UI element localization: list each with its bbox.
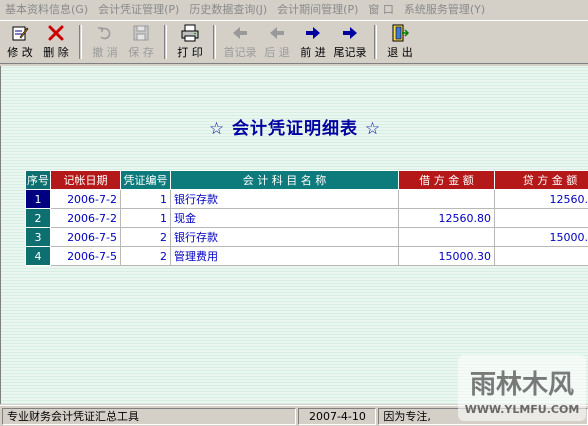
menu-period-management[interactable]: 会计期间管理(P) bbox=[272, 0, 363, 19]
table-row[interactable]: 1 2006-7-2 1 银行存款 12560.80 bbox=[26, 190, 588, 209]
menu-history-query[interactable]: 历史数据查询(J) bbox=[184, 0, 272, 19]
save-button[interactable]: 保 存 bbox=[123, 21, 159, 63]
voucher-detail-table: 序号 记帐日期 凭证编号 会 计 科 目 名 称 借 方 金 额 贷 方 金 额… bbox=[25, 170, 588, 266]
menu-voucher-management[interactable]: 会计凭证管理(P) bbox=[93, 0, 184, 19]
delete-button[interactable]: 删 除 bbox=[38, 21, 74, 63]
toolbar-separator bbox=[213, 25, 216, 59]
debit-amount[interactable]: 12560.80 bbox=[399, 209, 495, 228]
svg-text:WWW.YLMFU.COM: WWW.YLMFU.COM bbox=[465, 403, 580, 416]
print-button[interactable]: 打 印 bbox=[172, 21, 208, 63]
edit-label: 修 改 bbox=[7, 44, 33, 60]
col-header-no[interactable]: 序号 bbox=[26, 171, 51, 190]
back-label: 后 退 bbox=[264, 44, 290, 60]
first-record-button[interactable]: 首记录 bbox=[221, 21, 259, 63]
arrow-right-icon bbox=[340, 24, 360, 42]
entry-date[interactable]: 2006-7-2 bbox=[51, 209, 121, 228]
toolbar-separator bbox=[164, 25, 167, 59]
menu-window[interactable]: 窗 口 bbox=[363, 0, 399, 19]
arrow-right-icon bbox=[303, 24, 323, 42]
col-header-account[interactable]: 会 计 科 目 名 称 bbox=[171, 171, 399, 190]
svg-text:雨林木风: 雨林木风 bbox=[470, 370, 574, 400]
entry-date[interactable]: 2006-7-5 bbox=[51, 228, 121, 247]
edit-icon bbox=[10, 24, 30, 42]
table-header-row: 序号 记帐日期 凭证编号 会 计 科 目 名 称 借 方 金 额 贷 方 金 额 bbox=[26, 171, 588, 190]
menu-system-service[interactable]: 系统服务管理(Y) bbox=[399, 0, 490, 19]
credit-amount[interactable] bbox=[495, 209, 588, 228]
col-header-credit[interactable]: 贷 方 金 额 bbox=[495, 171, 588, 190]
delete-label: 删 除 bbox=[43, 44, 69, 60]
debit-amount[interactable] bbox=[399, 228, 495, 247]
menu-bar: 基本资料信息(G) 会计凭证管理(P) 历史数据查询(J) 会计期间管理(P) … bbox=[0, 0, 588, 19]
first-record-label: 首记录 bbox=[224, 44, 257, 60]
account-name[interactable]: 现金 bbox=[171, 209, 399, 228]
watermark-logo: 雨林木风 WWW.YLMFU.COM bbox=[458, 355, 586, 421]
debit-amount[interactable]: 15000.30 bbox=[399, 247, 495, 266]
status-date: 2007-4-10 bbox=[298, 408, 376, 425]
arrow-left-icon bbox=[267, 24, 287, 42]
delete-x-icon bbox=[46, 24, 66, 42]
exit-button[interactable]: 退 出 bbox=[382, 21, 418, 63]
forward-button[interactable]: 前 进 bbox=[295, 21, 331, 63]
menu-basic-info[interactable]: 基本资料信息(G) bbox=[0, 0, 93, 19]
row-number: 2 bbox=[26, 209, 51, 228]
back-button[interactable]: 后 退 bbox=[259, 21, 295, 63]
account-name[interactable]: 银行存款 bbox=[171, 228, 399, 247]
save-disk-icon bbox=[131, 24, 151, 42]
col-header-debit[interactable]: 借 方 金 额 bbox=[399, 171, 495, 190]
save-label: 保 存 bbox=[128, 44, 154, 60]
voucher-number[interactable]: 2 bbox=[121, 228, 171, 247]
entry-date[interactable]: 2006-7-2 bbox=[51, 190, 121, 209]
table-row[interactable]: 4 2006-7-5 2 管理费用 15000.30 bbox=[26, 247, 588, 266]
row-number: 3 bbox=[26, 228, 51, 247]
status-app-name: 专业财务会计凭证汇总工具 bbox=[2, 408, 296, 425]
credit-amount[interactable]: 12560.80 bbox=[495, 190, 588, 209]
undo-button[interactable]: 撤 消 bbox=[87, 21, 123, 63]
credit-amount[interactable]: 15000.30 bbox=[495, 228, 588, 247]
row-number: 4 bbox=[26, 247, 51, 266]
toolbar-separator bbox=[374, 25, 377, 59]
row-number: 1 bbox=[26, 190, 51, 209]
last-record-button[interactable]: 尾记录 bbox=[331, 21, 369, 63]
printer-icon bbox=[180, 24, 200, 42]
debit-amount[interactable] bbox=[399, 190, 495, 209]
voucher-number[interactable]: 1 bbox=[121, 190, 171, 209]
exit-label: 退 出 bbox=[387, 44, 413, 60]
toolbar-separator bbox=[79, 25, 82, 59]
voucher-number[interactable]: 1 bbox=[121, 209, 171, 228]
voucher-number[interactable]: 2 bbox=[121, 247, 171, 266]
undo-icon bbox=[95, 24, 115, 42]
report-area: ☆ 会计凭证明细表 ☆ 序号 记帐日期 凭证编号 会 计 科 目 名 称 借 方… bbox=[0, 66, 588, 404]
entry-date[interactable]: 2006-7-5 bbox=[51, 247, 121, 266]
table-row[interactable]: 2 2006-7-2 1 现金 12560.80 bbox=[26, 209, 588, 228]
toolbar: 修 改 删 除 撤 消 保 存 打 印 首记录 后 退 bbox=[0, 20, 588, 64]
col-header-voucher[interactable]: 凭证编号 bbox=[121, 171, 171, 190]
edit-button[interactable]: 修 改 bbox=[2, 21, 38, 63]
print-label: 打 印 bbox=[177, 44, 203, 60]
col-header-date[interactable]: 记帐日期 bbox=[51, 171, 121, 190]
exit-door-icon bbox=[390, 24, 410, 42]
last-record-label: 尾记录 bbox=[334, 44, 367, 60]
credit-amount[interactable] bbox=[495, 247, 588, 266]
undo-label: 撤 消 bbox=[92, 44, 118, 60]
report-title: ☆ 会计凭证明细表 ☆ bbox=[1, 114, 588, 139]
arrow-left-icon bbox=[230, 24, 250, 42]
forward-label: 前 进 bbox=[300, 44, 326, 60]
table-row[interactable]: 3 2006-7-5 2 银行存款 15000.30 bbox=[26, 228, 588, 247]
account-name[interactable]: 银行存款 bbox=[171, 190, 399, 209]
account-name[interactable]: 管理费用 bbox=[171, 247, 399, 266]
